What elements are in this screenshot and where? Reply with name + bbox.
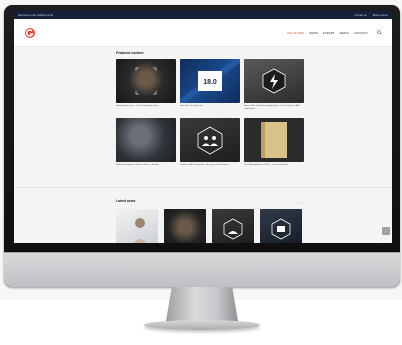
latest-news-item[interactable] xyxy=(164,209,206,243)
featured-title: Featured content xyxy=(116,51,144,55)
latest-news-item[interactable] xyxy=(260,209,302,243)
hex-people-icon xyxy=(197,126,223,155)
nav-item-contact[interactable]: CONTACT xyxy=(354,31,368,35)
card-caption: The BIM workflow in 2023 – a practical g… xyxy=(244,164,288,166)
demo-link[interactable]: Book a demo xyxy=(373,14,388,17)
card-caption: Guide to MEP integration: What you need … xyxy=(180,164,229,166)
welcome-text: Welcome to the Gottlieb portal xyxy=(18,13,53,17)
nav-item-news[interactable]: NEWS xyxy=(309,31,318,35)
card-thumbnail: 18.0 xyxy=(180,59,240,103)
card-thumbnail xyxy=(116,59,176,103)
arrow-up-icon: ^ xyxy=(385,228,387,234)
featured-card[interactable]: Mastering the face – what should you kno… xyxy=(116,59,176,108)
version-badge-graphic: 18.0 xyxy=(180,59,240,103)
lightning-hex-icon xyxy=(262,68,286,94)
website-screen: Welcome to the Gottlieb portal Contact u… xyxy=(14,11,392,243)
main-navbar: SOLUTIONS NEWS EXPERT MEDIA CONTACT xyxy=(14,19,392,47)
chevron-right-icon[interactable]: › xyxy=(300,200,301,205)
featured-card[interactable]: Guide to MEP integration: What you need … xyxy=(180,118,240,167)
card-caption: Expert Talk: Smart data, digital twin, a… xyxy=(244,105,301,110)
hex-people-icon xyxy=(223,218,243,240)
latest-news-item[interactable] xyxy=(116,209,158,243)
carousel-arrows: ‹ › xyxy=(297,200,302,205)
section-divider xyxy=(14,187,392,188)
brand-logo[interactable] xyxy=(24,27,36,39)
latest-news-item[interactable] xyxy=(212,209,254,243)
card-thumbnail xyxy=(180,118,240,162)
nav-item-media[interactable]: MEDIA xyxy=(340,31,349,35)
top-utility-bar: Welcome to the Gottlieb portal Contact u… xyxy=(14,11,392,19)
version-badge-text: 18.0 xyxy=(203,79,217,86)
screen-icon xyxy=(271,218,291,240)
card-thumbnail xyxy=(244,59,304,103)
chevron-left-icon[interactable]: ‹ xyxy=(297,200,298,205)
card-thumbnail xyxy=(244,118,304,162)
featured-card[interactable]: 18.0 How 18.0 can help you xyxy=(180,59,240,108)
monitor-stand xyxy=(166,287,238,321)
card-thumbnail xyxy=(116,118,176,162)
nav-item-solutions[interactable]: SOLUTIONS xyxy=(287,31,304,35)
monitor-chin xyxy=(4,252,400,287)
latest-title: Latest news xyxy=(116,199,136,203)
featured-card[interactable]: Expert Talk: Smart data, digital twin, a… xyxy=(244,59,304,111)
contact-link[interactable]: Contact us xyxy=(354,14,366,17)
face-scan-icon xyxy=(135,67,157,95)
booklet-graphic xyxy=(261,122,287,158)
card-caption: How 18.0 can help you xyxy=(180,105,203,107)
featured-card[interactable]: Urban development: Smart cities vs. Real… xyxy=(116,118,176,167)
card-caption: Mastering the face – what should you kno… xyxy=(116,105,158,107)
search-icon[interactable] xyxy=(377,30,382,35)
scroll-to-top-button[interactable]: ^ xyxy=(382,227,390,235)
featured-card[interactable]: The BIM workflow in 2023 – a practical g… xyxy=(244,118,304,167)
monitor-foot xyxy=(144,320,260,330)
person-thumbnail xyxy=(133,218,147,243)
product-mockup-scene: Welcome to the Gottlieb portal Contact u… xyxy=(0,0,402,345)
nav-item-expert[interactable]: EXPERT xyxy=(323,31,335,35)
card-caption: Urban development: Smart cities vs. Real… xyxy=(116,164,159,166)
